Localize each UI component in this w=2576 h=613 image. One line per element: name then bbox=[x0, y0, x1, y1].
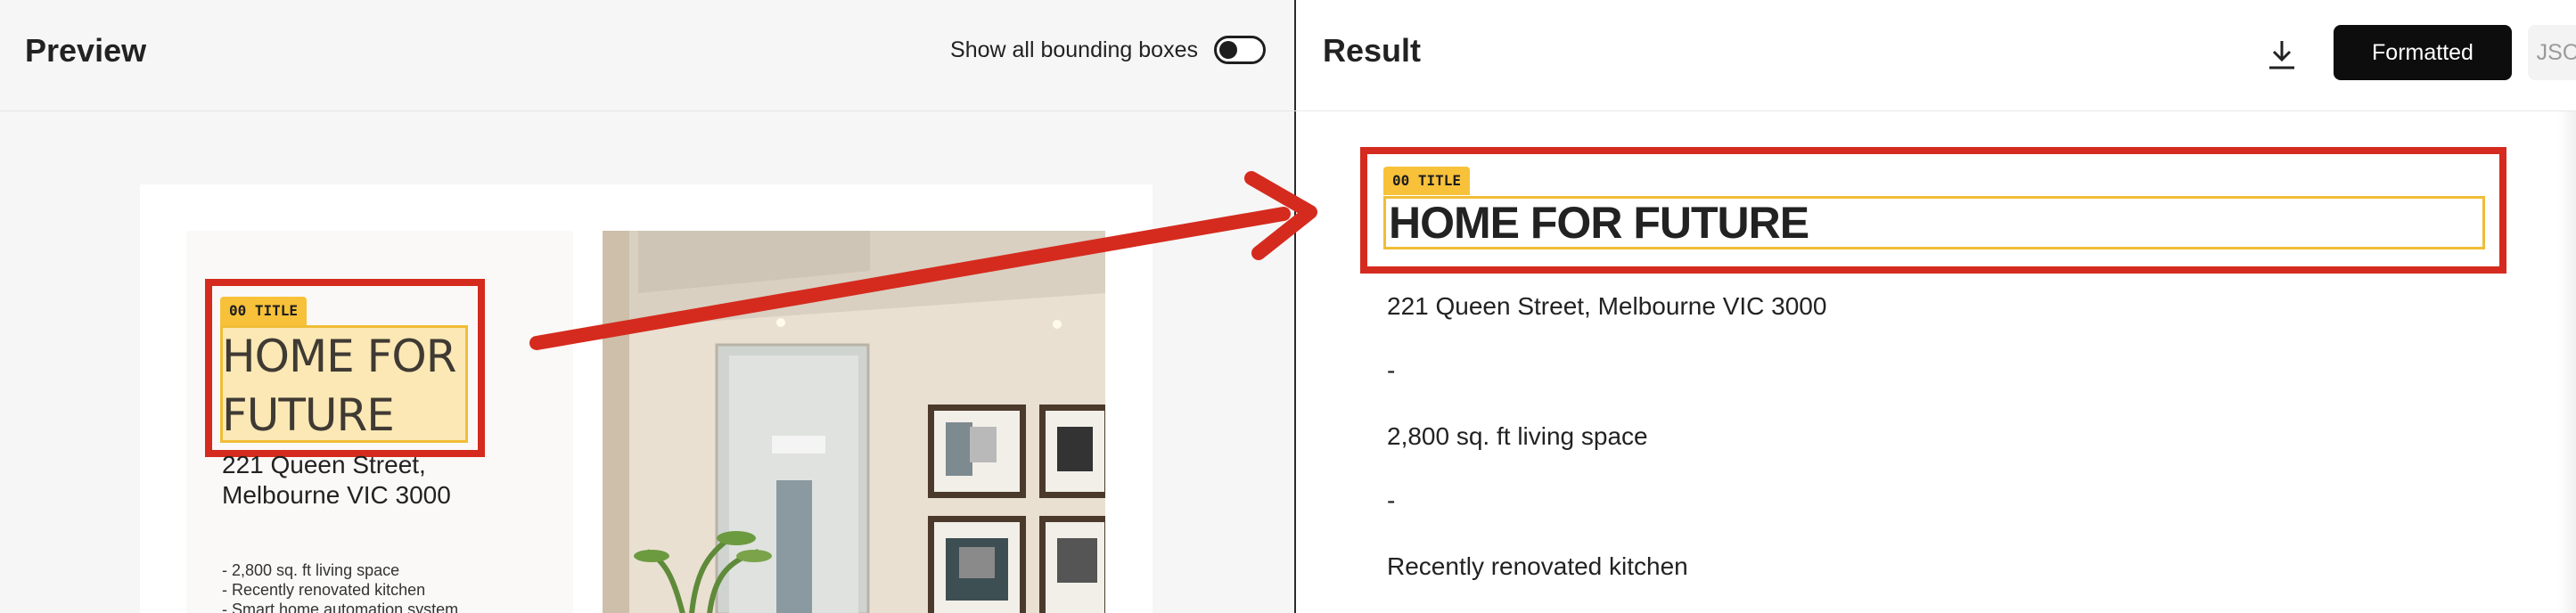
bounding-boxes-toggle[interactable] bbox=[1214, 36, 1266, 64]
toggle-label: Show all bounding boxes bbox=[950, 37, 1198, 62]
document-bullets: - 2,800 sq. ft living space - Recently r… bbox=[222, 560, 458, 613]
result-title: Result bbox=[1323, 32, 1422, 69]
scroll-fade bbox=[2558, 111, 2576, 613]
result-line: - bbox=[1387, 486, 1396, 514]
result-line: - bbox=[1387, 356, 1396, 384]
toggle-knob bbox=[1219, 41, 1237, 59]
preview-header: Preview Show all bounding boxes bbox=[0, 0, 1296, 111]
bounding-boxes-toggle-row[interactable]: Show all bounding boxes bbox=[950, 36, 1266, 64]
annotation-box-left bbox=[205, 279, 485, 457]
json-button[interactable]: JSON bbox=[2528, 25, 2576, 80]
download-icon[interactable] bbox=[2262, 37, 2301, 73]
document-preview: 00 TITLE HOME FOR FUTURE 221 Queen Stree… bbox=[140, 184, 1153, 613]
result-title-chip: 00 TITLE bbox=[1383, 167, 1471, 195]
result-header: Result Formatted JSON bbox=[1296, 0, 2576, 111]
bullet-item: - Recently renovated kitchen bbox=[222, 581, 426, 599]
interior-photo bbox=[603, 231, 1105, 613]
result-line: Recently renovated kitchen bbox=[1387, 552, 1688, 580]
preview-panel: Preview Show all bounding boxes 00 TITLE… bbox=[0, 0, 1296, 613]
result-heading: HOME FOR FUTURE bbox=[1389, 198, 1809, 248]
download-icon-graphic bbox=[2269, 41, 2294, 69]
bullet-item: - Smart home automation system bbox=[222, 601, 459, 613]
result-line: 221 Queen Street, Melbourne VIC 3000 bbox=[1387, 292, 1827, 320]
app-root: Preview Show all bounding boxes 00 TITLE… bbox=[0, 0, 2576, 613]
document-address: 221 Queen Street, Melbourne VIC 3000 bbox=[222, 451, 451, 509]
result-panel: Result Formatted JSON 00 TITLE HOME FOR … bbox=[1296, 0, 2576, 613]
interior-photo-art bbox=[603, 231, 1105, 613]
formatted-button[interactable]: Formatted bbox=[2334, 25, 2512, 80]
bullet-item: - 2,800 sq. ft living space bbox=[222, 561, 400, 579]
preview-title: Preview bbox=[25, 32, 147, 69]
result-line: 2,800 sq. ft living space bbox=[1387, 422, 1648, 450]
